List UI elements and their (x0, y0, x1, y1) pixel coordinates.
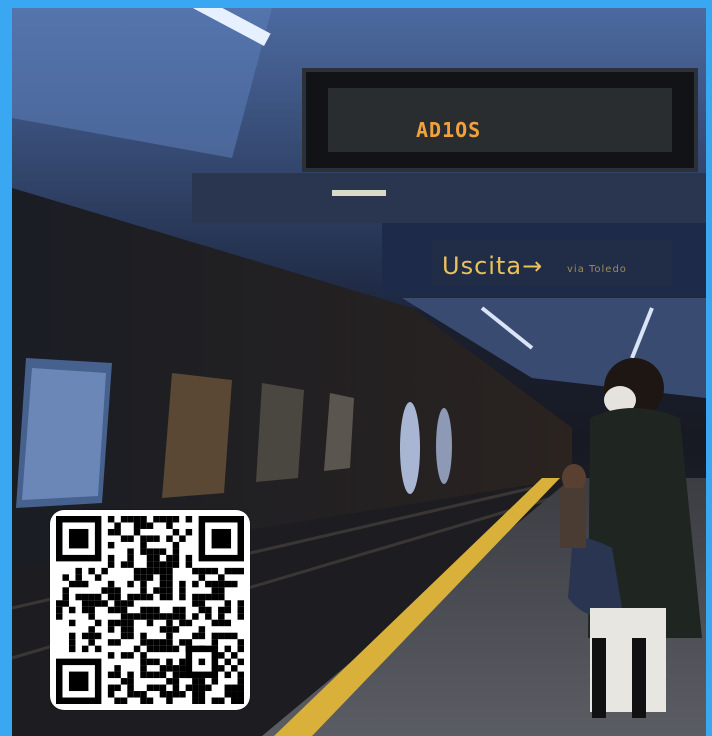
exit-arrow-icon: → (522, 252, 544, 280)
image-frame: AD1OS Uscita→ via Toledo (0, 0, 712, 736)
exit-sign-word: Uscita (442, 252, 523, 280)
qr-code-card[interactable] (50, 510, 250, 710)
qr-code-icon (56, 516, 244, 704)
led-board-text: AD1OS (416, 118, 482, 142)
exit-sign-label: Uscita→ (442, 252, 543, 280)
exit-sign-subtext: via Toledo (567, 264, 627, 275)
